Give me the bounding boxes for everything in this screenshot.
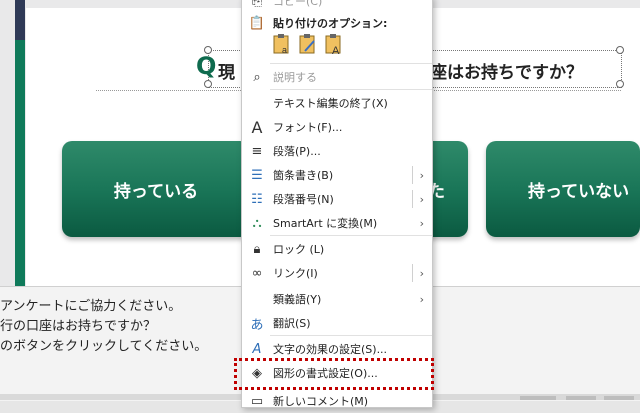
resize-handle[interactable] [204, 80, 212, 88]
bullets-icon: ☰ [251, 167, 263, 183]
chevron-right-icon[interactable]: › [420, 293, 424, 306]
paste-options-header: 📋 貼り付けのオプション: [248, 15, 388, 31]
menu-separator [270, 89, 432, 90]
menu-item-bullets[interactable]: ☰ 箇条書き(B) › [242, 163, 432, 187]
search-icon: ⌕ [253, 69, 261, 85]
text-effects-icon: A [252, 341, 262, 357]
font-icon: A [251, 117, 263, 137]
note-line: 行の口座はお持ちですか？ [0, 319, 157, 334]
copy-icon: ⎘ [251, 0, 263, 9]
status-segment[interactable] [566, 396, 596, 400]
note-line: のボタンをクリックしてください。 [0, 339, 208, 354]
svg-text:A: A [332, 45, 340, 55]
paragraph-icon: ≡ [251, 143, 263, 159]
status-segment[interactable] [520, 396, 556, 400]
slide-accent-bar [15, 40, 25, 286]
slide-accent-bar-top [15, 0, 25, 40]
status-segment[interactable] [604, 396, 634, 400]
menu-separator [270, 63, 432, 64]
paste-keep-format-icon[interactable]: a [272, 33, 292, 55]
resize-handle[interactable] [616, 80, 624, 88]
chevron-right-icon[interactable]: › [420, 217, 424, 230]
menu-item-exit-text-edit[interactable]: テキスト編集の終了(X) [242, 91, 432, 115]
note-line: アンケートにご協力ください。 [0, 299, 182, 314]
answer-label: 持っていない [528, 181, 630, 202]
comment-icon: ▭ [250, 393, 264, 409]
menu-separator [270, 235, 432, 236]
translate-icon: あ [250, 317, 264, 333]
slide-title-right: 座はお持ちですか？ [430, 63, 583, 83]
lock-icon: 🔒︎ [253, 241, 261, 257]
question-marker: Q [196, 52, 217, 80]
menu-item-numbering[interactable]: ☷ 段落番号(N) › [242, 187, 432, 211]
numbering-icon: ☷ [251, 191, 263, 207]
answer-button-not-have[interactable]: 持っていない [486, 141, 640, 237]
paste-picture-icon[interactable] [298, 33, 318, 55]
split-divider [412, 166, 413, 184]
menu-item-describe[interactable]: ⌕ 説明する [242, 65, 432, 89]
svg-text:a: a [282, 45, 287, 55]
answer-label: 持っている [113, 181, 199, 202]
menu-item-font[interactable]: A フォント(F)... [242, 115, 432, 139]
menu-item-paragraph[interactable]: ≡ 段落(P)... [242, 139, 432, 163]
smartart-icon: ⛬ [252, 215, 262, 231]
chevron-right-icon[interactable]: › [420, 267, 424, 280]
menu-separator [270, 335, 432, 336]
chevron-right-icon[interactable]: › [420, 193, 424, 206]
paste-text-only-icon[interactable]: A [324, 33, 344, 55]
context-menu: ⎘ コピー(C) 📋 貼り付けのオプション: a A ⌕ 説明する テキスト編集… [241, 0, 433, 409]
highlight-annotation [234, 358, 434, 390]
chevron-right-icon[interactable]: › [420, 169, 424, 182]
menu-item-smartart[interactable]: ⛬ SmartArt に変換(M) › [242, 211, 432, 235]
link-icon: ∞ [251, 265, 263, 281]
menu-item-link[interactable]: ∞ リンク(I) › [242, 261, 432, 285]
menu-item-translate[interactable]: あ 翻訳(S) [242, 311, 432, 335]
menu-item-synonyms[interactable]: 類義語(Y) › [242, 287, 432, 311]
clipboard-icon: 📋 [248, 15, 266, 31]
menu-item-new-comment[interactable]: ▭ 新しいコメント(M) [242, 389, 432, 413]
split-divider [412, 264, 413, 282]
resize-handle[interactable] [616, 46, 624, 54]
split-divider [412, 190, 413, 208]
answer-button-have[interactable]: 持っている [62, 141, 250, 237]
slide-title-left: 現 [218, 63, 235, 83]
menu-item-lock[interactable]: 🔒︎ ロック (L) [242, 237, 432, 261]
